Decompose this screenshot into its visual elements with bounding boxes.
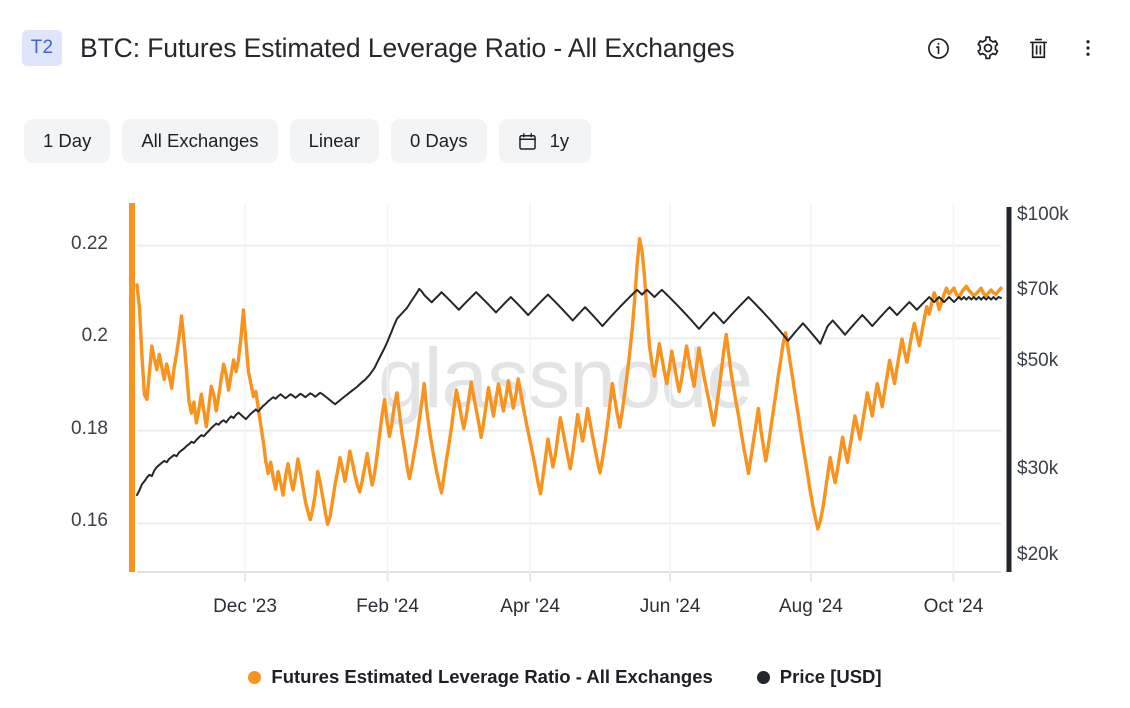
x-axis-tick: Apr '24 (500, 596, 560, 617)
y-axis-left-tick: 0.16 (71, 510, 108, 532)
calendar-icon (517, 131, 538, 152)
y-axis-right-tick: $100k (1017, 204, 1069, 226)
timeframe-selector[interactable]: 1y (498, 119, 592, 163)
x-axis-tick: Jun '24 (639, 596, 701, 617)
legend-color-swatch (756, 670, 770, 684)
chart-canvas (129, 203, 1012, 582)
y-axis-left-tick: 0.2 (81, 325, 108, 347)
x-axis-tick: Feb '24 (356, 596, 419, 617)
trash-icon[interactable] (1024, 34, 1052, 62)
timeframe-label: 1y (549, 130, 570, 151)
y-axis-right-tick: $50k (1017, 350, 1059, 372)
y-axis-right-tick: $20k (1017, 543, 1059, 565)
legend-item[interactable]: Futures Estimated Leverage Ratio - All E… (248, 666, 713, 688)
legend-item[interactable]: Price [USD] (756, 666, 882, 688)
resolution-selector[interactable]: 1 Day (24, 119, 111, 163)
chart-plot-area[interactable]: glassnode 0.22 0.2 0.18 0.16 $100k $70k $50k $3… (0, 186, 1130, 642)
info-icon[interactable] (924, 34, 952, 62)
x-axis-tick: Oct '24 (923, 596, 984, 617)
y-axis-right-tick: $30k (1017, 458, 1059, 480)
exchange-selector[interactable]: All Exchanges (122, 119, 278, 163)
page-title: BTC: Futures Estimated Leverage Ratio - … (80, 32, 735, 63)
tier-badge: T2 (22, 30, 62, 66)
legend-color-swatch (248, 670, 262, 684)
more-vertical-icon[interactable] (1074, 34, 1102, 62)
y-axis-left-tick: 0.18 (71, 417, 108, 439)
x-axis-tick: Dec '23 (213, 596, 277, 617)
chart-toolbar: 1 Day All Exchanges Linear 0 Days 1y (24, 119, 592, 163)
header-actions (924, 34, 1110, 62)
smoothing-selector[interactable]: 0 Days (391, 119, 487, 163)
y-axis-left-tick: 0.22 (71, 232, 108, 254)
x-axis-tick: Aug '24 (778, 596, 843, 617)
scale-selector[interactable]: Linear (289, 119, 379, 163)
legend-label: Price [USD] (779, 666, 882, 687)
chart-header: T2 BTC: Futures Estimated Leverage Ratio… (0, 0, 1130, 96)
y-axis-right-tick: $70k (1017, 279, 1059, 301)
legend-label: Futures Estimated Leverage Ratio - All E… (271, 666, 713, 687)
gear-icon[interactable] (974, 34, 1002, 62)
chart-legend: Futures Estimated Leverage Ratio - All E… (0, 666, 1130, 688)
